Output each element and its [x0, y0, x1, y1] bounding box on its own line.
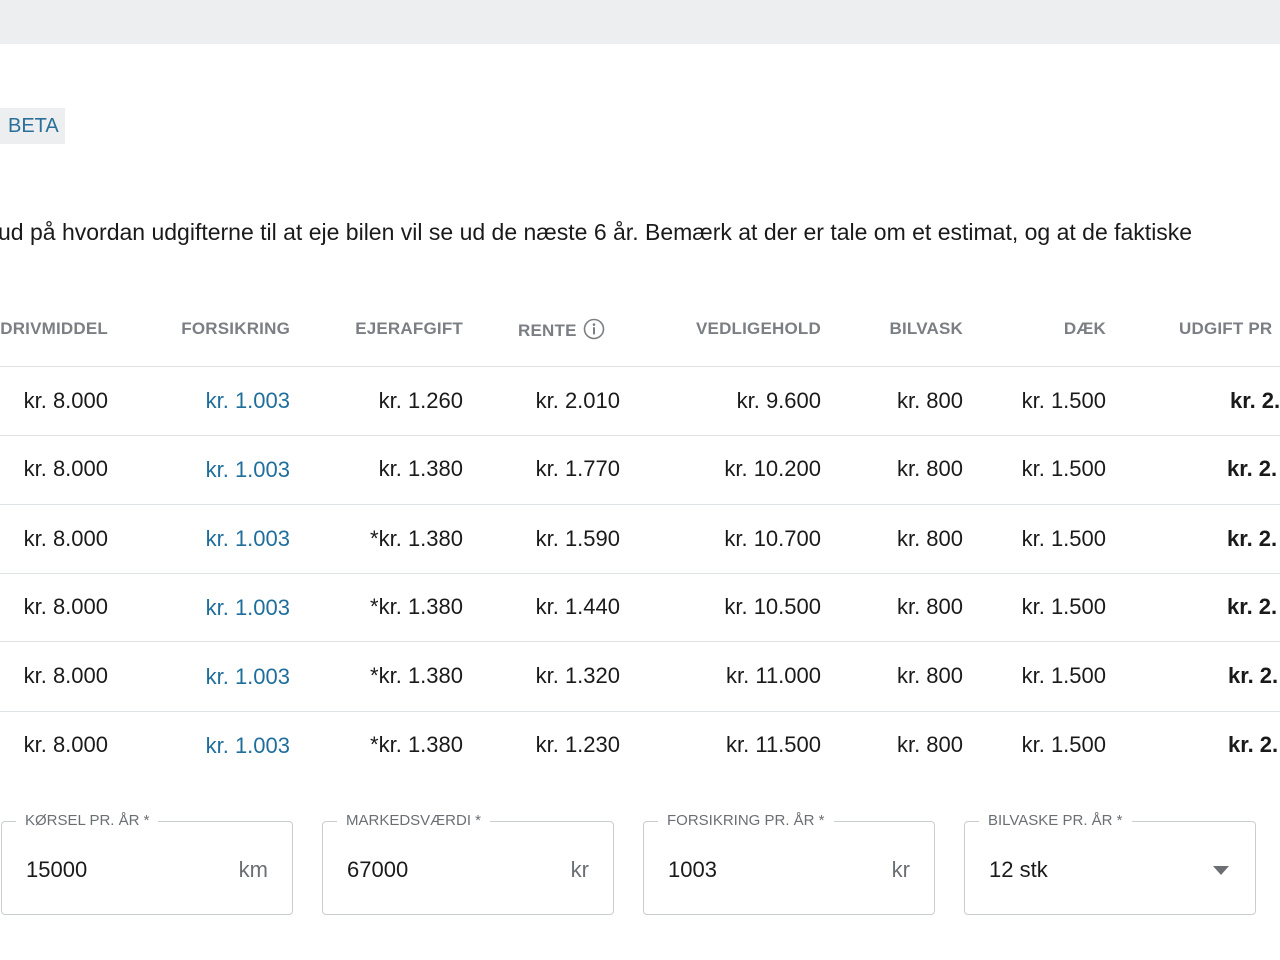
row-divider: [0, 641, 1280, 642]
markedsvaerdi-unit: kr: [570, 857, 589, 882]
cell-forsikring-link[interactable]: kr. 1.003: [206, 664, 290, 690]
cell-drivmiddel: kr. 8.000: [23, 388, 108, 413]
cell-udgift: kr. 2.: [1230, 388, 1280, 413]
cell-bilvask: kr. 800: [896, 456, 963, 481]
cell-drivmiddel: kr. 8.000: [23, 594, 108, 619]
beta-badge: BETA: [0, 108, 65, 144]
cell-udgift: kr. 2.: [1227, 594, 1278, 619]
col-header-daek: DÆK: [1063, 319, 1106, 338]
col-header-bilvask: BILVASK: [889, 319, 963, 338]
cell-udgift: kr. 2.: [1228, 732, 1279, 757]
cell-ejerafgift: *kr. 1.380: [370, 732, 463, 757]
korsel-input[interactable]: 15000: [26, 857, 87, 883]
cell-drivmiddel: kr. 8.000: [23, 456, 108, 481]
cell-vedligehold: kr. 11.500: [726, 732, 821, 757]
bilvaske-select[interactable]: BILVASKE PR. ÅR * 12 stk: [964, 811, 1256, 915]
cell-rente: kr. 1.590: [535, 526, 620, 551]
cell-vedligehold: kr. 10.500: [724, 594, 821, 619]
markedsvaerdi-input[interactable]: 67000: [347, 857, 408, 883]
cell-daek: kr. 1.500: [1021, 388, 1106, 413]
forsikring-field[interactable]: FORSIKRING PR. ÅR * 1003 kr: [643, 811, 935, 915]
cell-drivmiddel: kr. 8.000: [23, 526, 108, 551]
col-header-forsikring: FORSIKRING: [181, 319, 290, 338]
korsel-unit: km: [238, 857, 268, 882]
markedsvaerdi-field[interactable]: MARKEDSVÆRDI * 67000 kr: [322, 811, 614, 915]
top-bar: [0, 0, 1280, 44]
col-header-rente: RENTE: [518, 318, 605, 346]
cell-bilvask: kr. 800: [896, 594, 963, 619]
cell-ejerafgift: kr. 1.260: [378, 388, 463, 413]
cell-ejerafgift: *kr. 1.380: [370, 594, 463, 619]
cell-vedligehold: kr. 11.000: [726, 663, 821, 688]
cell-forsikring-link[interactable]: kr. 1.003: [206, 457, 290, 483]
cell-rente: kr. 1.770: [535, 456, 620, 481]
row-divider: [0, 573, 1280, 574]
col-header-vedligehold: VEDLIGEHOLD: [696, 319, 821, 338]
korsel-label: KØRSEL PR. ÅR *: [16, 811, 159, 831]
cell-daek: kr. 1.500: [1021, 663, 1106, 688]
cell-udgift: kr. 2.: [1228, 663, 1279, 688]
cell-daek: kr. 1.500: [1021, 594, 1106, 619]
cell-vedligehold: kr. 10.700: [724, 526, 821, 551]
intro-text: ud på hvordan udgifterne til at eje bile…: [0, 219, 1193, 245]
chevron-down-icon[interactable]: [1213, 866, 1229, 875]
forsikring-label: FORSIKRING PR. ÅR *: [658, 811, 834, 831]
bilvaske-label: BILVASKE PR. ÅR *: [979, 811, 1132, 831]
cell-bilvask: kr. 800: [896, 526, 963, 551]
cell-forsikring-link[interactable]: kr. 1.003: [206, 526, 290, 552]
cell-forsikring-link[interactable]: kr. 1.003: [206, 733, 290, 759]
cell-bilvask: kr. 800: [896, 663, 963, 688]
cell-rente: kr. 1.320: [535, 663, 620, 688]
row-divider: [0, 711, 1280, 712]
header-divider: [0, 366, 1280, 367]
korsel-field[interactable]: KØRSEL PR. ÅR * 15000 km: [1, 811, 293, 915]
col-header-drivmiddel: DRIVMIDDEL: [0, 319, 108, 338]
markedsvaerdi-label: MARKEDSVÆRDI *: [337, 811, 491, 831]
col-header-rente-label: RENTE: [518, 321, 577, 340]
forsikring-input[interactable]: 1003: [668, 857, 717, 883]
cell-bilvask: kr. 800: [896, 388, 963, 413]
row-divider: [0, 504, 1280, 505]
cell-drivmiddel: kr. 8.000: [23, 663, 108, 688]
cell-rente: kr. 1.440: [535, 594, 620, 619]
cell-drivmiddel: kr. 8.000: [23, 732, 108, 757]
cell-udgift: kr. 2.: [1227, 456, 1278, 481]
cell-forsikring-link[interactable]: kr. 1.003: [206, 595, 290, 621]
cell-vedligehold: kr. 10.200: [724, 456, 821, 481]
cell-daek: kr. 1.500: [1021, 732, 1106, 757]
col-header-udgift: UDGIFT PR: [1179, 319, 1273, 338]
cell-daek: kr. 1.500: [1021, 456, 1106, 481]
info-icon[interactable]: [583, 318, 605, 346]
cell-rente: kr. 2.010: [535, 388, 620, 413]
cell-daek: kr. 1.500: [1021, 526, 1106, 551]
cell-udgift: kr. 2.: [1227, 526, 1278, 551]
forsikring-unit: kr: [891, 857, 910, 882]
cell-ejerafgift: *kr. 1.380: [370, 526, 463, 551]
cell-ejerafgift: kr. 1.380: [378, 456, 463, 481]
cell-vedligehold: kr. 9.600: [736, 388, 821, 413]
cell-forsikring-link[interactable]: kr. 1.003: [206, 388, 290, 414]
bilvaske-value[interactable]: 12 stk: [989, 857, 1048, 883]
cell-bilvask: kr. 800: [896, 732, 963, 757]
row-divider: [0, 435, 1280, 436]
cell-ejerafgift: *kr. 1.380: [370, 663, 463, 688]
col-header-ejerafgift: EJERAFGIFT: [355, 319, 463, 338]
cell-rente: kr. 1.230: [535, 732, 620, 757]
